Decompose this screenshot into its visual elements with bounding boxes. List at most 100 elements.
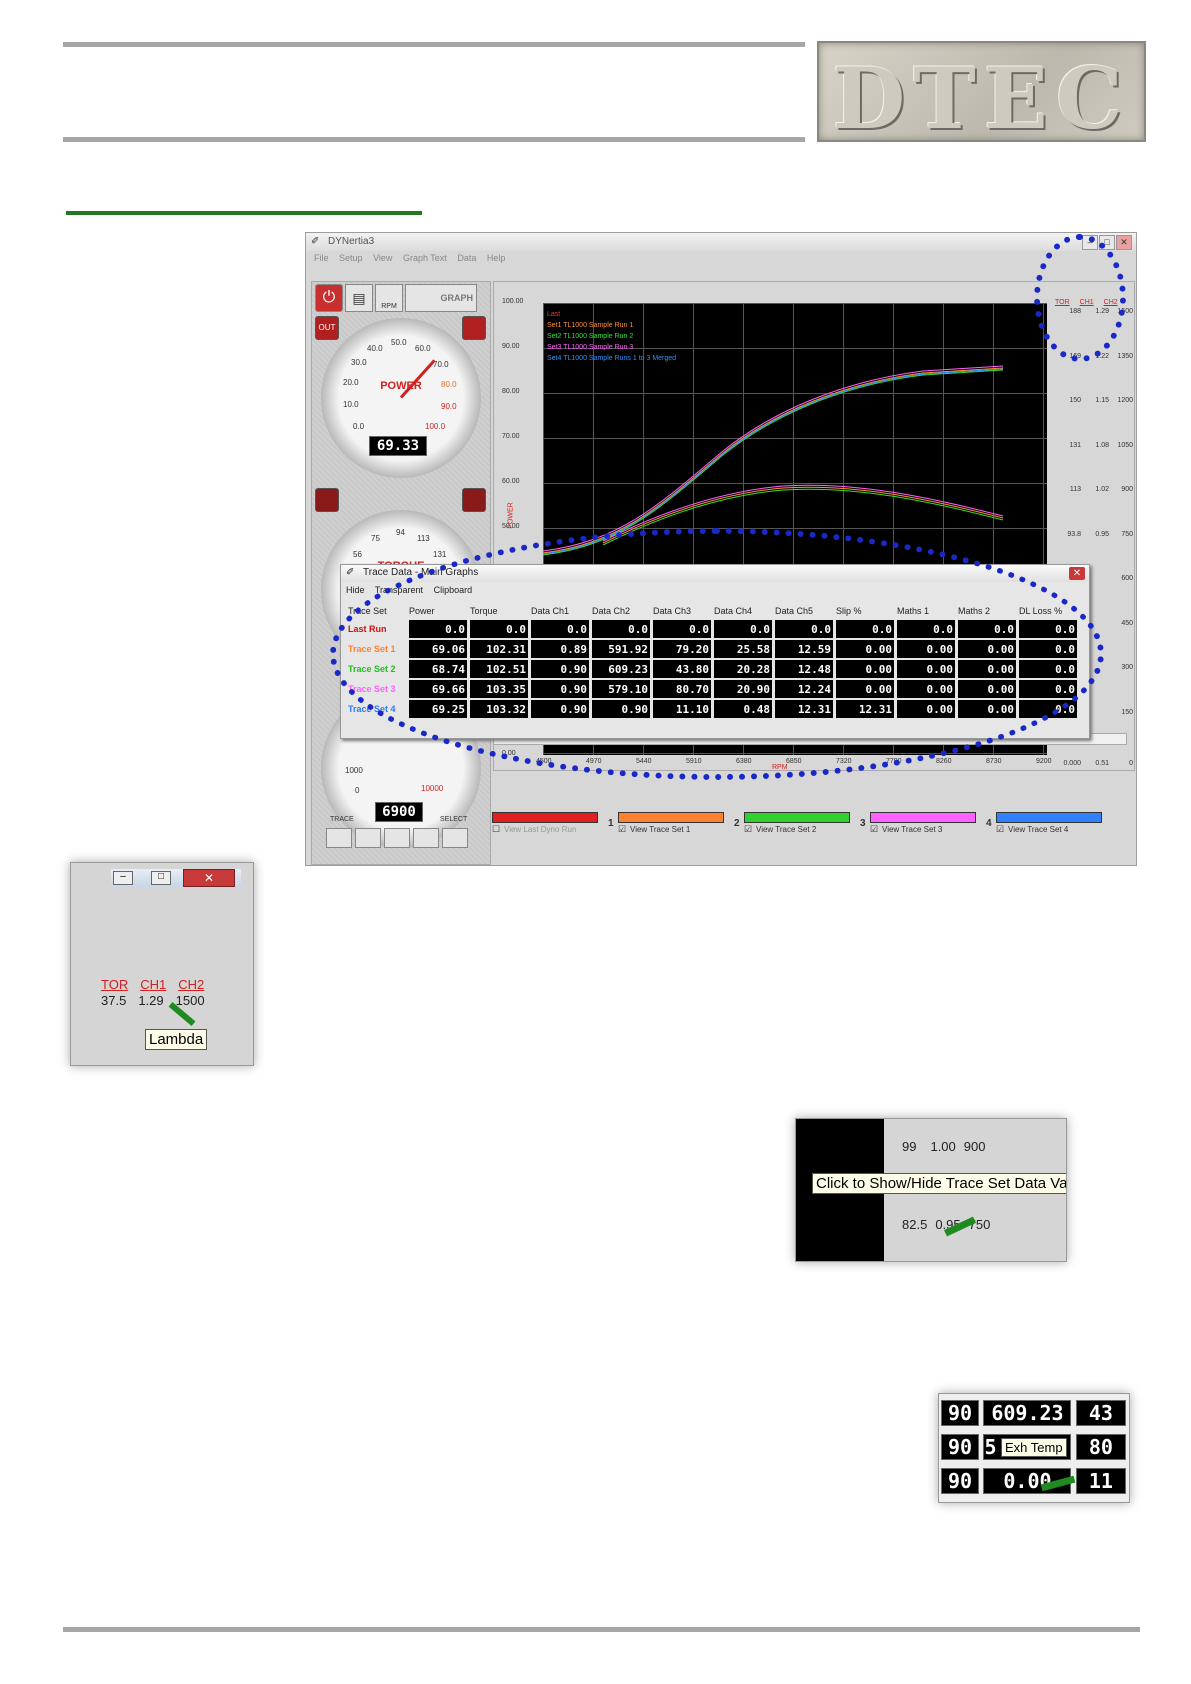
- curve-power-set1: [543, 367, 1004, 554]
- y-tick-90: 90.00: [502, 343, 520, 350]
- view-checkbox[interactable]: ☑: [996, 824, 1004, 835]
- right-scale-cell: 450: [1121, 619, 1133, 627]
- inset2-row1: 99 1.00 900: [902, 1139, 985, 1154]
- curve-power-set3: [543, 365, 1004, 552]
- torque-tick-94: 94: [396, 528, 405, 537]
- inset-maximize-icon: □: [151, 871, 171, 885]
- trace-color-bar: [996, 812, 1102, 823]
- header-bottom-rule: [63, 137, 805, 142]
- power-tick-30: 30.0: [351, 358, 367, 367]
- right-scale-cell: 0: [1129, 760, 1133, 767]
- power-tick-40: 40.0: [367, 344, 383, 353]
- window-title: DYNertia3: [328, 236, 375, 247]
- inset-val-ch1: 1.29: [138, 993, 164, 1008]
- trace-select-3[interactable]: [413, 828, 439, 848]
- graph-button[interactable]: GRAPH: [405, 284, 477, 312]
- right-scale-cell: 1350: [1117, 352, 1133, 360]
- view-checkbox[interactable]: ☐: [492, 824, 500, 835]
- out-label: OUT: [318, 323, 336, 332]
- trace-select-2[interactable]: [384, 828, 410, 848]
- inset-ch1: CH1: [140, 977, 167, 992]
- trace-select-1[interactable]: [355, 828, 381, 848]
- trace-panel-close-button[interactable]: ✕: [1069, 567, 1085, 580]
- exh-temp-tooltip: Exh Temp: [1001, 1438, 1067, 1457]
- printer-icon: ▤: [352, 290, 366, 306]
- inset3-r1-b: 609.23: [983, 1400, 1072, 1426]
- power-tick-100: 100.0: [425, 422, 446, 431]
- close-button[interactable]: ✕: [1116, 235, 1132, 250]
- trace-set-selector[interactable]: ☐ View Last Dyno Run: [490, 810, 610, 844]
- trace-set-selector[interactable]: 2 ☑ View Trace Set 2: [734, 810, 862, 844]
- zoom-button[interactable]: [462, 488, 486, 512]
- microphone-button[interactable]: [315, 488, 339, 512]
- curve-power-set2: [543, 369, 1004, 556]
- menu-file[interactable]: File: [314, 253, 329, 263]
- printer-button[interactable]: ▤: [345, 284, 373, 312]
- rpm-tick-10000: 10000: [421, 784, 444, 793]
- menu-help[interactable]: Help: [487, 253, 506, 263]
- power-tick-90: 90.0: [441, 402, 457, 411]
- view-checkbox[interactable]: ☑: [744, 824, 752, 835]
- right-scale-row: 93.8 0.95 750: [1055, 531, 1135, 538]
- out-button[interactable]: OUT: [315, 316, 339, 340]
- curve-power-set4: [543, 368, 1004, 555]
- inset2-r2-a: 82.5: [902, 1217, 928, 1232]
- right-scale-row: 0.000 0.51 0: [1055, 760, 1135, 767]
- settings-knob-button[interactable]: [462, 316, 486, 340]
- view-checkbox[interactable]: ☑: [618, 824, 626, 835]
- right-scale-cell: 900: [1121, 486, 1133, 493]
- trace-set-number: 2: [734, 818, 740, 829]
- y-tick-80: 80.00: [502, 388, 520, 395]
- power-button[interactable]: ⏻: [315, 284, 343, 312]
- power-tick-20: 20.0: [343, 378, 359, 387]
- inset3-row3: 90 0.00 11: [941, 1468, 1126, 1494]
- menu-setup[interactable]: Setup: [339, 253, 363, 263]
- menu-view[interactable]: View: [373, 253, 392, 263]
- trace-color-bar: [870, 812, 976, 823]
- trace-color-bar: [492, 812, 598, 823]
- right-scale-cell: 131: [1069, 441, 1081, 449]
- inset-ch2: CH2: [178, 977, 205, 992]
- inset3-r1-c: 43: [1075, 1400, 1126, 1426]
- power-tick-80: 80.0: [441, 380, 457, 389]
- right-scale-cell: 0.51: [1095, 760, 1109, 767]
- x-tick-9200: 9200: [1036, 758, 1052, 765]
- trace-set-selector[interactable]: 3 ☑ View Trace Set 3: [860, 810, 988, 844]
- view-trace-label: View Trace Set 1: [630, 825, 691, 834]
- inset3-r2-a: 90: [941, 1434, 979, 1460]
- inset3-r1-a: 90: [941, 1400, 979, 1426]
- power-tick-50: 50.0: [391, 338, 407, 347]
- inset-exh-temp: 90 609.23 43 90 5 80 90 0.00 11 Exh Temp: [938, 1393, 1130, 1503]
- menu-data[interactable]: Data: [457, 253, 476, 263]
- rpm-button[interactable]: RPM: [375, 284, 403, 312]
- right-scale-cell: 300: [1121, 664, 1133, 671]
- power-needle: [399, 359, 436, 399]
- view-checkbox[interactable]: ☑: [870, 824, 878, 835]
- right-scale-cell: 0.000: [1063, 760, 1081, 767]
- y-tick-60: 60.00: [502, 478, 520, 485]
- trace-select-4[interactable]: [442, 828, 468, 848]
- trace-set-selector[interactable]: 1 ☑ View Trace Set 1: [608, 810, 736, 844]
- show-hide-tooltip: Click to Show/Hide Trace Set Data Values: [812, 1173, 1066, 1194]
- inset-headers: TOR CH1 CH2: [101, 977, 204, 992]
- power-tick-0: 0.0: [353, 422, 365, 431]
- menu-hide[interactable]: Hide: [346, 585, 365, 595]
- graph-label: GRAPH: [440, 293, 473, 303]
- inset-val-ch2: 1500: [175, 993, 205, 1008]
- right-scale-row: 131 1.08 1050: [1055, 442, 1135, 449]
- right-scale-row: 113 1.02 900: [1055, 486, 1135, 493]
- right-scale-cell: 1.15: [1095, 397, 1109, 404]
- trace-select-last[interactable]: [326, 828, 352, 848]
- inset2-r1-a: 99: [902, 1139, 917, 1154]
- dtec-logo: DTEC: [817, 41, 1146, 148]
- power-gauge: POWER 69.33 0.0 10.0 20.0 30.0 40.0 50.0…: [321, 318, 481, 478]
- menu-graph-text[interactable]: Graph Text: [403, 253, 447, 263]
- torque-tick-131: 131: [433, 550, 447, 559]
- y-tick-100: 100.00: [502, 298, 524, 305]
- lambda-tooltip: Lambda: [145, 1029, 208, 1050]
- trace-set-selector[interactable]: 4 ☑ View Trace Set 4: [986, 810, 1114, 844]
- right-scale-cell: 750: [1121, 530, 1133, 538]
- select-label: SELECT: [440, 816, 468, 823]
- x-tick-8730: 8730: [986, 758, 1002, 765]
- right-scale-row: 150 1.15 1200: [1055, 397, 1135, 404]
